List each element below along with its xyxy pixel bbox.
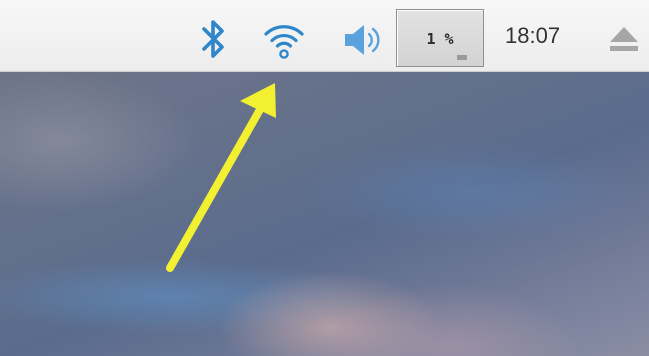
- screen: 1 % 18:07: [0, 0, 649, 356]
- annotation-arrow: [166, 83, 276, 272]
